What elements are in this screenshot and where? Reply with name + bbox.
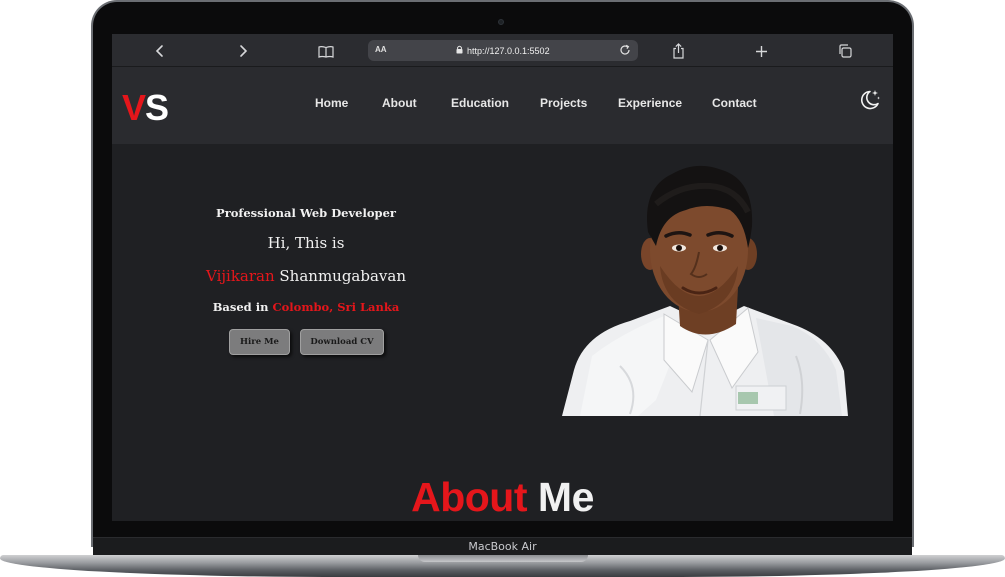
share-icon[interactable] <box>667 40 689 62</box>
laptop-hinge: MacBook Air <box>93 537 912 556</box>
browser-toolbar: AA http://127.0.0.1:5502 <box>112 34 893 67</box>
plus-icon[interactable] <box>750 40 772 62</box>
about-heading: About Me <box>112 474 893 521</box>
nav-projects[interactable]: Projects <box>540 96 587 110</box>
hero-greeting: Hi, This is <box>267 234 345 252</box>
lock-icon <box>456 45 463 56</box>
device-label: MacBook Air <box>468 540 537 553</box>
about-heading-first: About <box>411 474 528 520</box>
site-header: VS Home About Education Projects Experie… <box>112 67 893 144</box>
hero-subtitle: Professional Web Developer <box>216 206 396 220</box>
chevron-left-icon[interactable] <box>149 40 171 62</box>
about-heading-second: Me <box>537 474 594 520</box>
nav-education[interactable]: Education <box>451 96 509 110</box>
book-icon[interactable] <box>315 40 337 62</box>
location-place: Colombo, Sri Lanka <box>272 300 400 314</box>
moon-stars-icon[interactable] <box>856 87 882 113</box>
hero-location: Based in Colombo, Sri Lanka <box>184 300 428 314</box>
hero-section: Professional Web Developer Hi, This is V… <box>112 144 893 521</box>
chevron-right-icon[interactable] <box>232 40 254 62</box>
url-text: http://127.0.0.1:5502 <box>467 45 550 56</box>
laptop-base <box>0 555 1005 577</box>
reload-icon[interactable] <box>618 43 632 57</box>
address-bar[interactable]: AA http://127.0.0.1:5502 <box>368 40 638 61</box>
text-size-button[interactable]: AA <box>375 45 387 54</box>
laptop-screen: AA http://127.0.0.1:5502 VS Home About E… <box>112 34 893 521</box>
hero-name: Vijikaran Shanmugabavan <box>184 267 428 285</box>
nav-experience[interactable]: Experience <box>618 96 682 110</box>
location-prefix: Based in <box>212 300 269 314</box>
hero-last-name: Shanmugabavan <box>279 267 406 285</box>
camera-dot <box>498 19 504 25</box>
nav-contact[interactable]: Contact <box>712 96 757 110</box>
laptop-notch <box>418 555 588 562</box>
download-cv-button[interactable]: Download CV <box>300 329 384 355</box>
nav-home[interactable]: Home <box>315 96 348 110</box>
tabs-icon[interactable] <box>834 40 856 62</box>
main-nav: Home About Education Projects Experience… <box>112 96 893 116</box>
hire-me-button[interactable]: Hire Me <box>229 329 290 355</box>
nav-about[interactable]: About <box>382 96 417 110</box>
hero-first-name: Vijikaran <box>206 267 275 285</box>
profile-photo <box>560 156 850 417</box>
